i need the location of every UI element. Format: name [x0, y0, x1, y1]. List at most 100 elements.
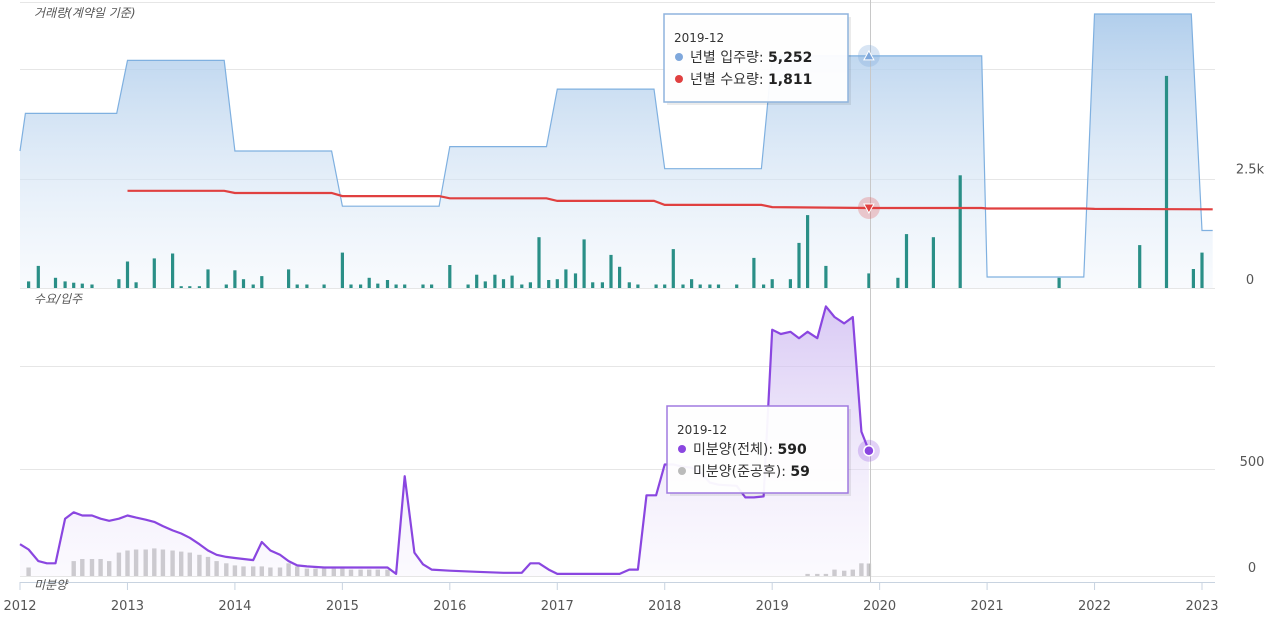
- volume-bar-75: [931, 237, 935, 288]
- bottom-ytick-label-1: 500: [1240, 455, 1265, 470]
- volume-bar-73: [896, 277, 900, 288]
- volume-bar-55: [636, 284, 640, 288]
- tooltip-label-1: 미분양(준공후): 59: [693, 464, 810, 480]
- volume-bar-31: [394, 284, 398, 288]
- volume-bar-77: [1057, 277, 1061, 288]
- volume-bar-69: [797, 242, 801, 288]
- volume-bar-49: [582, 239, 586, 288]
- extra-panel-label: 수요/입주: [34, 292, 83, 306]
- volume-bar-47: [564, 269, 568, 288]
- volume-bar-58: [671, 249, 675, 288]
- volume-bar-76: [958, 175, 962, 288]
- volume-bar-21: [287, 269, 291, 288]
- volume-bar-65: [752, 257, 756, 288]
- tooltip-label-0: 년별 입주량: 5,252: [690, 50, 812, 66]
- tooltip-marker-0: [678, 445, 686, 453]
- volume-bar-5: [80, 283, 84, 288]
- volume-bar-16: [224, 284, 228, 288]
- volume-bar-39: [493, 274, 497, 288]
- volume-bar-61: [698, 284, 702, 288]
- tooltip-label-1: 년별 수요량: 1,811: [690, 72, 812, 88]
- volume-bar-0: [27, 281, 31, 288]
- volume-bar-17: [233, 270, 237, 288]
- top-ytick-label-0: 0: [1246, 273, 1254, 288]
- volume-bar-34: [430, 284, 434, 288]
- volume-bar-15: [206, 269, 210, 288]
- volume-bar-40: [501, 279, 506, 288]
- volume-bar-28: [367, 277, 371, 288]
- volume-bar-56: [654, 284, 658, 288]
- volume-bar-25: [340, 252, 344, 288]
- bottom-ytick-label-0: 0: [1248, 561, 1256, 576]
- volume-bar-20: [260, 276, 264, 288]
- tooltip-marker-0: [675, 53, 683, 61]
- x-tick-label-2017: 2017: [541, 599, 574, 614]
- tooltip-marker-1: [678, 467, 686, 475]
- unsold-hover-marker: [863, 444, 875, 457]
- tooltip-value-1: 59: [790, 464, 809, 480]
- x-tick-label-2014: 2014: [218, 599, 251, 614]
- supply-area-fill: [20, 14, 1213, 288]
- volume-bar-13: [188, 286, 192, 288]
- volume-bar-32: [403, 284, 407, 288]
- volume-bar-43: [528, 282, 532, 288]
- volume-bar-64: [735, 284, 739, 288]
- volume-bar-4: [72, 282, 76, 288]
- volume-bar-1: [36, 265, 40, 288]
- volume-bar-44: [537, 237, 541, 288]
- volume-bar-8: [125, 261, 130, 288]
- volume-bar-57: [663, 284, 667, 288]
- volume-bar-59: [681, 284, 685, 288]
- volume-bar-54: [627, 282, 631, 288]
- volume-bar-60: [690, 279, 694, 288]
- x-tick-label-2013: 2013: [111, 599, 144, 614]
- volume-bar-78: [1138, 245, 1142, 288]
- volume-bar-67: [770, 279, 774, 288]
- volume-bar-79: [1164, 75, 1169, 289]
- volume-bar-30: [385, 280, 390, 288]
- volume-bar-11: [171, 253, 175, 288]
- bottom-panel-title: 미분양: [34, 578, 69, 592]
- volume-bar-23: [305, 284, 309, 288]
- volume-bar-7: [117, 279, 121, 288]
- tooltip-value-0: 590: [778, 442, 807, 458]
- x-tick-label-2020: 2020: [863, 599, 896, 614]
- chart-area: 0 2.5k 0 500 2012 2013 2014 2015 2016 2017 2018 201…: [0, 0, 1280, 630]
- volume-bar-51: [600, 282, 604, 288]
- volume-bar-63: [716, 284, 721, 288]
- volume-bar-46: [555, 279, 559, 288]
- volume-bar-68: [788, 279, 792, 288]
- volume-bar-37: [475, 274, 479, 288]
- volume-bar-27: [359, 284, 363, 288]
- volume-bar-6: [90, 284, 94, 288]
- x-tick-label-2019: 2019: [756, 599, 789, 614]
- tooltip-marker-1: [675, 75, 683, 83]
- x-tick-label-2021: 2021: [971, 599, 1004, 614]
- volume-bar-41: [510, 275, 514, 288]
- tooltip-label-0: 미분양(전체): 590: [693, 442, 807, 458]
- volume-bar-81: [1200, 252, 1204, 288]
- volume-bar-22: [295, 284, 299, 288]
- volume-bar-71: [824, 265, 828, 288]
- volume-bar-52: [609, 254, 613, 288]
- volume-bar-26: [349, 284, 353, 288]
- tooltip-date: 2019-12: [674, 31, 724, 45]
- top-panel-title: 거래량(계약일 기준): [34, 6, 136, 20]
- tooltip-value-0: 5,252: [768, 50, 812, 66]
- x-tick-label-2022: 2022: [1078, 599, 1111, 614]
- volume-bar-9: [134, 282, 138, 288]
- chart-svg: 0 2.5k 0 500 2012 2013 2014 2015 2016 2017 2018 201…: [3, 0, 1265, 614]
- series-layer: [19, 13, 1213, 576]
- volume-bar-19: [251, 284, 255, 288]
- volume-bar-33: [421, 284, 425, 288]
- volume-bar-38: [483, 281, 487, 288]
- volume-bar-18: [241, 279, 246, 288]
- x-tick-label-2015: 2015: [326, 599, 359, 614]
- x-tick-label-2016: 2016: [433, 599, 466, 614]
- tooltip-date: 2019-12: [677, 423, 727, 437]
- volume-bar-70: [806, 215, 810, 288]
- x-tick-label-2018: 2018: [648, 599, 681, 614]
- volume-bar-36: [466, 284, 470, 288]
- tooltip-1: 2019-12 미분양(전체): 590 미분양(준공후): 59: [666, 405, 851, 496]
- volume-bar-12: [179, 286, 183, 288]
